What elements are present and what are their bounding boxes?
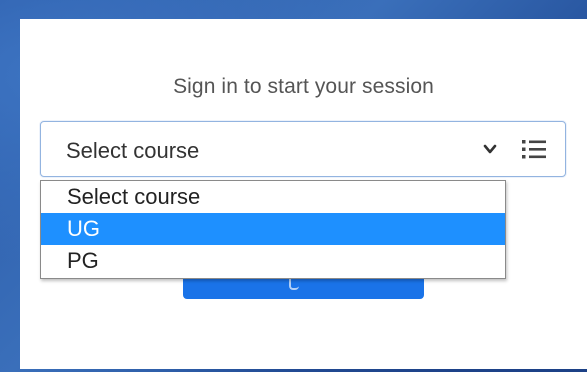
login-heading: Sign in to start your session	[173, 75, 434, 98]
course-select[interactable]: Select course	[40, 121, 566, 177]
course-option-ug[interactable]: UG	[41, 213, 505, 245]
list-icon	[522, 140, 546, 159]
course-select-value: Select course	[66, 138, 200, 163]
course-option-select-course[interactable]: Select course	[41, 181, 505, 213]
sign-in-button-label-fragment	[289, 278, 299, 290]
course-option-pg[interactable]: PG	[41, 245, 505, 277]
chevron-down-icon	[483, 144, 497, 154]
sign-in-button[interactable]	[183, 277, 424, 299]
course-dropdown-list: Select course UG PG	[40, 180, 506, 279]
login-card: Sign in to start your session Select cou…	[20, 19, 587, 369]
